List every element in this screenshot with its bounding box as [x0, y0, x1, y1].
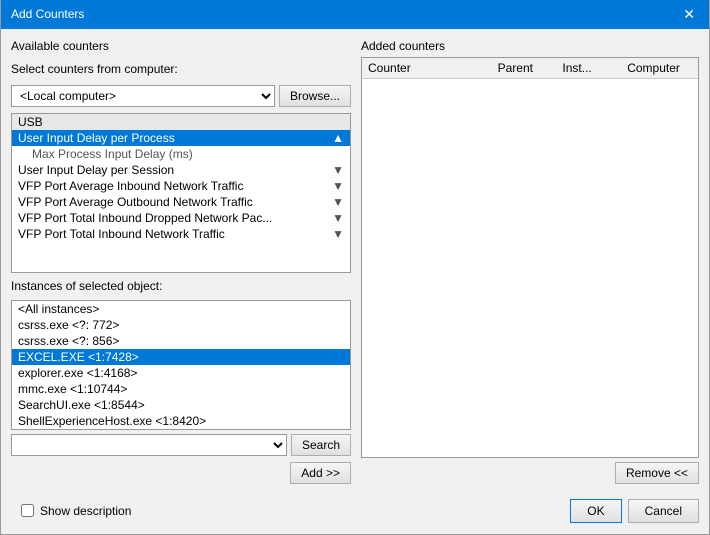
add-button[interactable]: Add >> [290, 462, 351, 484]
table-header-cell: Inst... [562, 61, 627, 75]
instance-list-item[interactable]: mmc.exe <1:10744> [12, 381, 350, 397]
counter-list-item[interactable]: VFP Port Total Inbound Dropped Network P… [12, 210, 350, 226]
instance-list-item[interactable]: SearchUI.exe <1:8544> [12, 397, 350, 413]
instance-list-item[interactable]: <All instances> [12, 301, 350, 317]
show-desc-row: Show description [11, 498, 141, 524]
available-counters-label: Available counters [11, 39, 351, 53]
left-panel: Available counters Select counters from … [11, 39, 351, 484]
instances-list[interactable]: <All instances>csrss.exe <?: 772>csrss.e… [11, 300, 351, 430]
instances-section: Instances of selected object: <All insta… [11, 279, 351, 484]
counter-list-item[interactable]: VFP Port Average Outbound Network Traffi… [12, 194, 350, 210]
browse-button[interactable]: Browse... [279, 85, 351, 107]
computer-select[interactable]: <Local computer> [11, 85, 275, 107]
instance-list-item[interactable]: ShellExperienceHost.exe <1:8420> [12, 413, 350, 429]
remove-button[interactable]: Remove << [615, 462, 699, 484]
search-row: Search [11, 434, 351, 456]
counter-list-item[interactable]: Max Process Input Delay (ms) [12, 146, 350, 162]
table-header-cell: Parent [498, 61, 563, 75]
added-counters-panel: CounterParentInst...Computer [361, 57, 699, 458]
table-header: CounterParentInst...Computer [362, 58, 698, 79]
instances-label: Instances of selected object: [11, 279, 351, 293]
ok-button[interactable]: OK [570, 499, 621, 523]
dialog-body: Available counters Select counters from … [1, 29, 709, 494]
instance-list-item[interactable]: explorer.exe <1:4168> [12, 365, 350, 381]
close-button[interactable]: ✕ [679, 6, 699, 23]
counter-list-item[interactable]: User Input Delay per Session▼ [12, 162, 350, 178]
table-body [362, 79, 698, 457]
counter-list-item[interactable]: User Input Delay per Process▲ [12, 130, 350, 146]
add-row: Add >> [11, 462, 351, 484]
instance-list-item[interactable]: csrss.exe <?: 772> [12, 317, 350, 333]
counter-list-item[interactable]: VFP Port Total Inbound Network Traffic▼ [12, 226, 350, 242]
counter-list-item[interactable]: USB [12, 114, 350, 130]
computer-select-row: <Local computer> Browse... [11, 85, 351, 107]
select-label: Select counters from computer: [11, 62, 351, 76]
table-header-cell: Counter [368, 61, 498, 75]
search-button[interactable]: Search [291, 434, 351, 456]
show-desc-label: Show description [40, 504, 131, 518]
table-header-cell: Computer [627, 61, 692, 75]
show-desc-checkbox[interactable] [21, 504, 34, 517]
counter-list-item[interactable]: VFP Port Average Inbound Network Traffic… [12, 178, 350, 194]
added-counters-label: Added counters [361, 39, 699, 53]
remove-row: Remove << [361, 462, 699, 484]
title-bar: Add Counters ✕ [1, 0, 709, 29]
add-counters-dialog: Add Counters ✕ Available counters Select… [0, 0, 710, 535]
counters-list[interactable]: USBUser Input Delay per Process▲Max Proc… [11, 113, 351, 273]
search-input[interactable] [11, 434, 287, 456]
instance-list-item[interactable]: EXCEL.EXE <1:7428> [12, 349, 350, 365]
cancel-button[interactable]: Cancel [628, 499, 699, 523]
right-panel: Added counters CounterParentInst...Compu… [361, 39, 699, 484]
dialog-title: Add Counters [11, 7, 84, 21]
instance-list-item[interactable]: csrss.exe <?: 856> [12, 333, 350, 349]
